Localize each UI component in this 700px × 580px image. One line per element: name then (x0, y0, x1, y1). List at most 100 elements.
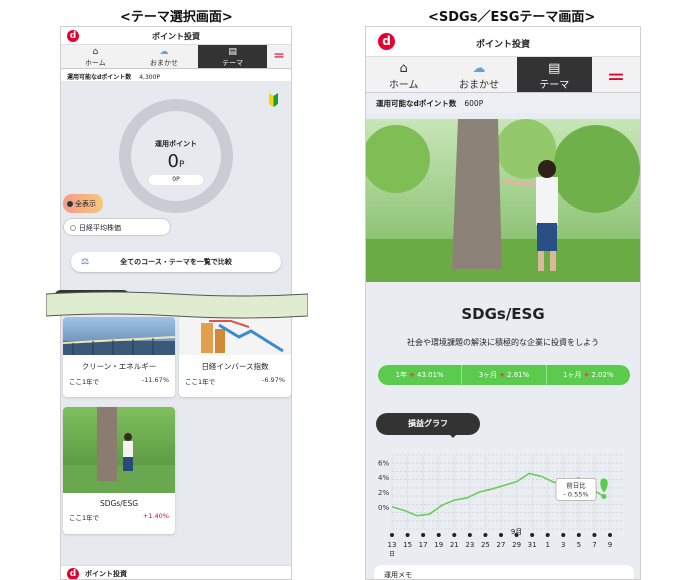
perf-value: 2.02% (591, 371, 614, 379)
filter-nikkei[interactable]: 日経平均株価 (63, 218, 171, 236)
tab-omakase[interactable]: ☁ おまかせ (130, 45, 199, 68)
card-change: -6.97% (262, 376, 285, 384)
menu-icon[interactable]: = (267, 45, 291, 68)
right-caption: <SDGs／ESGテーマ画面> (428, 10, 596, 25)
pl-line-chart[interactable]: 6%4%2%0%13 15 17 19 21 23 25 27 29 31 1 3 5 7 9日9月前日比-… (366, 447, 641, 559)
home-icon: ⌂ (399, 61, 408, 76)
nikkei-inverse-image (179, 317, 291, 355)
sdgs-esg-image (63, 407, 175, 493)
x-tick-label: 17 (419, 541, 428, 549)
points-label: 運用可能なdポイント数 (376, 99, 457, 108)
theme-description: 社会や環境課題の解決に積極的な企業に投資をしよう (407, 338, 599, 347)
card-change: -11.67% (141, 376, 169, 384)
memo-section[interactable]: 運用メモ (374, 565, 634, 579)
tab-home-label: ホーム (388, 80, 419, 91)
card-title: 日経インバース指数 (201, 362, 269, 371)
tab-theme[interactable]: ▤ テーマ (198, 45, 268, 68)
perf-1m[interactable]: 1ヶ月 +2.02% (547, 365, 630, 385)
x-tick-label: 23 (465, 541, 474, 549)
filter-all-label: 全表示 (75, 200, 96, 208)
x-tick-dot (452, 533, 457, 537)
points-value: 4,300P (139, 74, 161, 81)
tab-theme[interactable]: ▤ テーマ (516, 57, 592, 92)
filter-all[interactable]: 全表示 (63, 194, 103, 213)
month-label: 9月 (511, 528, 522, 536)
perf-value: 43.01% (416, 371, 444, 379)
app-header: d ポイント投資 (61, 27, 291, 45)
tab-omakase[interactable]: ☁ おまかせ (441, 57, 516, 92)
x-tick-label: 13 (388, 541, 397, 549)
ring-value-number: 0 (167, 151, 179, 172)
x-tick-dot (483, 533, 488, 537)
x-tick-label: 25 (481, 541, 490, 549)
tab-theme-label: テーマ (539, 80, 570, 91)
balance-icon: ⚖ (81, 257, 90, 267)
tab-bar: ⌂ ホーム ☁ おまかせ ▤ テーマ = (61, 45, 291, 69)
x-tick-label: 7 (592, 541, 596, 549)
sdgs-hero-image (366, 119, 640, 282)
available-points-row: 運用可能なdポイント数 600P (366, 93, 640, 113)
card-footer: ここ1年で -6.97% (179, 372, 291, 390)
x-tick-dot (561, 533, 566, 537)
compare-all-label: 全てのコース・テーマを一覧で比較 (120, 258, 232, 266)
theme-card-clean-energy[interactable]: クリーン・エネルギー ここ1年で -11.67% (63, 317, 175, 397)
perf-period: 3ヶ月 (478, 371, 498, 379)
y-tick-label: 2% (378, 489, 389, 497)
x-tick-label: 3 (561, 541, 565, 549)
x-tick-dot (467, 533, 472, 537)
x-tick-label: 9 (608, 541, 612, 549)
app-title: ポイント投資 (152, 32, 200, 41)
ring-label: 運用ポイント (155, 140, 197, 148)
next-screen-title: ポイント投資 (85, 570, 127, 578)
y-tick-label: 4% (378, 474, 389, 482)
x-tick-dot (608, 533, 612, 537)
tab-home[interactable]: ⌂ ホーム (61, 45, 130, 68)
home-icon: ⌂ (92, 47, 99, 57)
radio-icon (70, 225, 76, 231)
card-title: SDGs/ESG (99, 499, 139, 508)
available-points-row: 運用可能なdポイント数 4,300P (61, 69, 291, 81)
tab-home[interactable]: ⌂ ホーム (366, 57, 441, 92)
perf-3m[interactable]: 3ヶ月 +2.81% (462, 365, 547, 385)
theme-card-sdgs-esg[interactable]: SDGs/ESG ここ1年で +1.40% (63, 407, 175, 534)
filter-nikkei-label: 日経平均株価 (79, 224, 121, 232)
perf-period: 1年 (395, 371, 408, 379)
tab-omakase-label: おまかせ (458, 80, 499, 91)
tooltip-label: 前日比 (566, 480, 586, 489)
y-tick-label: 0% (378, 504, 389, 512)
perf-period: 1ヶ月 (563, 371, 582, 379)
theme-card-nikkei-inverse[interactable]: 日経インバース指数 ここ1年で -6.97% (179, 317, 291, 397)
card-period: ここ1年で (69, 378, 100, 386)
theme-title: SDGs/ESG (461, 305, 545, 323)
x-tick-label: 15 (403, 541, 412, 549)
x-tick-dot (576, 533, 581, 537)
card-footer: ここ1年で +1.40% (63, 508, 175, 526)
x-tick-dot (421, 533, 426, 537)
sdgs-esg-screen: d ポイント投資 ⌂ ホーム ☁ おまかせ ▤ テーマ = 運用可能なdポイント数 60… (365, 26, 641, 580)
pl-graph-label: 損益グラフ (376, 413, 480, 438)
left-caption: <テーマ選択画面> (120, 10, 233, 25)
menu-icon[interactable]: = (592, 57, 640, 92)
up-icon: + (409, 371, 415, 379)
card-change: +1.40% (142, 512, 169, 520)
tab-home-label: ホーム (84, 59, 106, 67)
app-title: ポイント投資 (475, 40, 530, 50)
card-footer: ここ1年で -11.67% (63, 372, 175, 390)
perf-1y[interactable]: 1年 +43.01% (378, 365, 463, 385)
document-icon: ▤ (228, 47, 237, 57)
x-tick-dot (436, 533, 441, 537)
x-tick-dot (592, 533, 597, 537)
radio-selected-icon (67, 201, 73, 207)
card-period: ここ1年で (185, 378, 216, 386)
card-period: ここ1年で (69, 514, 100, 522)
x-tick-label: 29 (512, 541, 521, 549)
tab-theme-label: テーマ (222, 59, 244, 67)
points-label: 運用可能なdポイント数 (67, 74, 132, 81)
tooltip-value: - 0.55% (563, 490, 588, 498)
cloud-icon: ☁ (472, 61, 486, 76)
x-tick-dot (390, 533, 394, 537)
x-tick-label: 31 (528, 541, 537, 549)
x-tick-label: 27 (497, 541, 506, 549)
compare-all-button[interactable]: ⚖ 全てのコース・テーマを一覧で比較 (71, 252, 281, 272)
highlight-banner (46, 290, 308, 319)
